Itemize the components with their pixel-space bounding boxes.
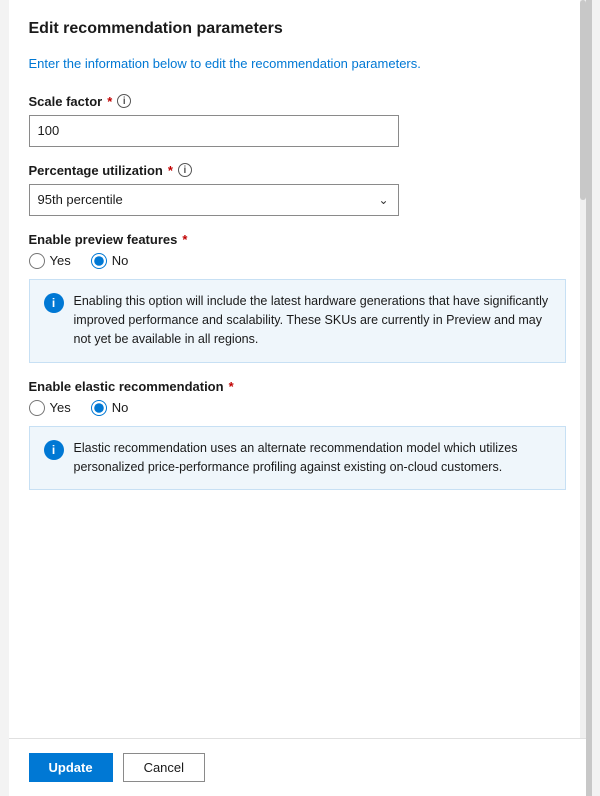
enable-preview-features-yes-label[interactable]: Yes — [29, 253, 71, 269]
cancel-button[interactable]: Cancel — [123, 753, 205, 782]
enable-elastic-recommendation-section: Enable elastic recommendation * Yes No i… — [29, 379, 566, 491]
enable-elastic-recommendation-no-radio[interactable] — [91, 400, 107, 416]
footer: Update Cancel — [9, 738, 586, 796]
percentage-utilization-label: Percentage utilization * i — [29, 163, 566, 178]
enable-preview-features-no-label[interactable]: No — [91, 253, 129, 269]
enable-preview-features-info-text: Enabling this option will include the la… — [74, 292, 551, 350]
percentage-utilization-info-icon[interactable]: i — [178, 163, 192, 177]
info-box-icon-elastic: i — [44, 440, 64, 460]
enable-preview-features-yes-radio[interactable] — [29, 253, 45, 269]
scrollbar-thumb[interactable] — [580, 0, 586, 200]
info-box-icon-preview: i — [44, 293, 64, 313]
percentage-utilization-select-wrapper: 50th percentile 75th percentile 90th per… — [29, 184, 399, 216]
enable-elastic-recommendation-no-label[interactable]: No — [91, 400, 129, 416]
percentage-utilization-select[interactable]: 50th percentile 75th percentile 90th per… — [29, 184, 399, 216]
percentage-utilization-required: * — [168, 163, 173, 178]
scale-factor-field: Scale factor * i — [29, 94, 566, 147]
update-button[interactable]: Update — [29, 753, 113, 782]
enable-preview-features-radio-group: Yes No — [29, 253, 566, 269]
enable-preview-features-required: * — [182, 232, 187, 247]
enable-preview-features-no-radio[interactable] — [91, 253, 107, 269]
enable-elastic-recommendation-required: * — [229, 379, 234, 394]
enable-preview-features-label: Enable preview features * — [29, 232, 566, 247]
enable-elastic-recommendation-info-text: Elastic recommendation uses an alternate… — [74, 439, 551, 478]
enable-preview-features-section: Enable preview features * Yes No i Enabl… — [29, 232, 566, 363]
edit-panel: Edit recommendation parameters Enter the… — [9, 0, 592, 796]
enable-elastic-recommendation-info-box: i Elastic recommendation uses an alterna… — [29, 426, 566, 491]
enable-elastic-recommendation-yes-radio[interactable] — [29, 400, 45, 416]
scale-factor-required: * — [107, 94, 112, 109]
enable-elastic-recommendation-yes-label[interactable]: Yes — [29, 400, 71, 416]
enable-preview-features-info-box: i Enabling this option will include the … — [29, 279, 566, 363]
scale-factor-label: Scale factor * i — [29, 94, 566, 109]
panel-description: Enter the information below to edit the … — [29, 54, 566, 74]
enable-elastic-recommendation-label: Enable elastic recommendation * — [29, 379, 566, 394]
scrollbar[interactable] — [580, 0, 586, 796]
panel-title: Edit recommendation parameters — [29, 20, 566, 38]
scale-factor-input[interactable] — [29, 115, 399, 147]
percentage-utilization-field: Percentage utilization * i 50th percenti… — [29, 163, 566, 216]
enable-elastic-recommendation-radio-group: Yes No — [29, 400, 566, 416]
scale-factor-info-icon[interactable]: i — [117, 94, 131, 108]
